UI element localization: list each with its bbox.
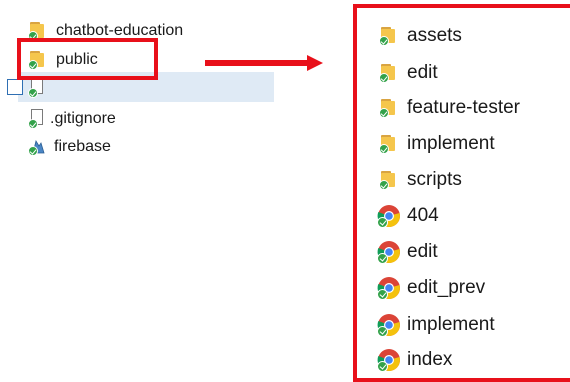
file-synced-icon xyxy=(28,108,44,129)
chrome-html-synced-icon xyxy=(377,348,401,372)
arrow-right-icon xyxy=(205,55,323,71)
file-synced-icon xyxy=(28,77,44,98)
list-item-label: assets xyxy=(407,25,462,46)
tree-item-label: firebase xyxy=(54,137,111,155)
folder-synced-icon xyxy=(379,63,397,83)
list-item-label: 404 xyxy=(407,205,439,226)
chrome-html-synced-icon xyxy=(377,313,401,337)
tree-item-gitignore[interactable]: .gitignore xyxy=(28,105,116,132)
chrome-html-synced-icon xyxy=(377,204,401,228)
list-item-folder-edit[interactable]: edit xyxy=(379,58,438,88)
list-item-folder-implement[interactable]: implement xyxy=(379,129,495,159)
tree-item-label: .gitignore xyxy=(50,109,116,127)
list-item-label: edit xyxy=(407,62,438,83)
list-item-label: implement xyxy=(407,133,495,154)
public-highlight-box xyxy=(17,38,158,80)
list-item-label: feature-tester xyxy=(407,97,520,118)
row-select-checkbox[interactable] xyxy=(7,79,23,95)
chrome-html-synced-icon xyxy=(377,276,401,300)
public-contents-panel: assets edit feature-tester implement scr… xyxy=(353,4,570,382)
list-item-folder-feature-tester[interactable]: feature-tester xyxy=(379,93,520,123)
tree-item-label: chatbot-education xyxy=(56,21,184,39)
folder-synced-icon xyxy=(379,26,397,46)
list-item-folder-scripts[interactable]: scripts xyxy=(379,165,462,195)
folder-synced-icon xyxy=(379,98,397,118)
chrome-html-synced-icon xyxy=(377,240,401,264)
folder-synced-icon xyxy=(379,170,397,190)
list-item-html-404[interactable]: 404 xyxy=(377,201,439,231)
firebase-synced-icon xyxy=(28,138,46,156)
list-item-label: edit_prev xyxy=(407,277,486,298)
list-item-html-implement[interactable]: implement xyxy=(377,310,495,340)
list-item-html-edit[interactable]: edit xyxy=(377,237,438,267)
list-item-label: index xyxy=(407,349,453,370)
list-item-folder-assets[interactable]: assets xyxy=(379,21,462,51)
tree-item-firebase[interactable]: firebase xyxy=(28,133,111,160)
list-item-label: edit xyxy=(407,241,438,262)
list-item-html-index[interactable]: index xyxy=(377,345,452,375)
list-item-label: scripts xyxy=(407,169,462,190)
folder-synced-icon xyxy=(379,134,397,154)
list-item-label: implement xyxy=(407,314,495,335)
list-item-html-edit-prev[interactable]: edit_prev xyxy=(377,273,485,303)
